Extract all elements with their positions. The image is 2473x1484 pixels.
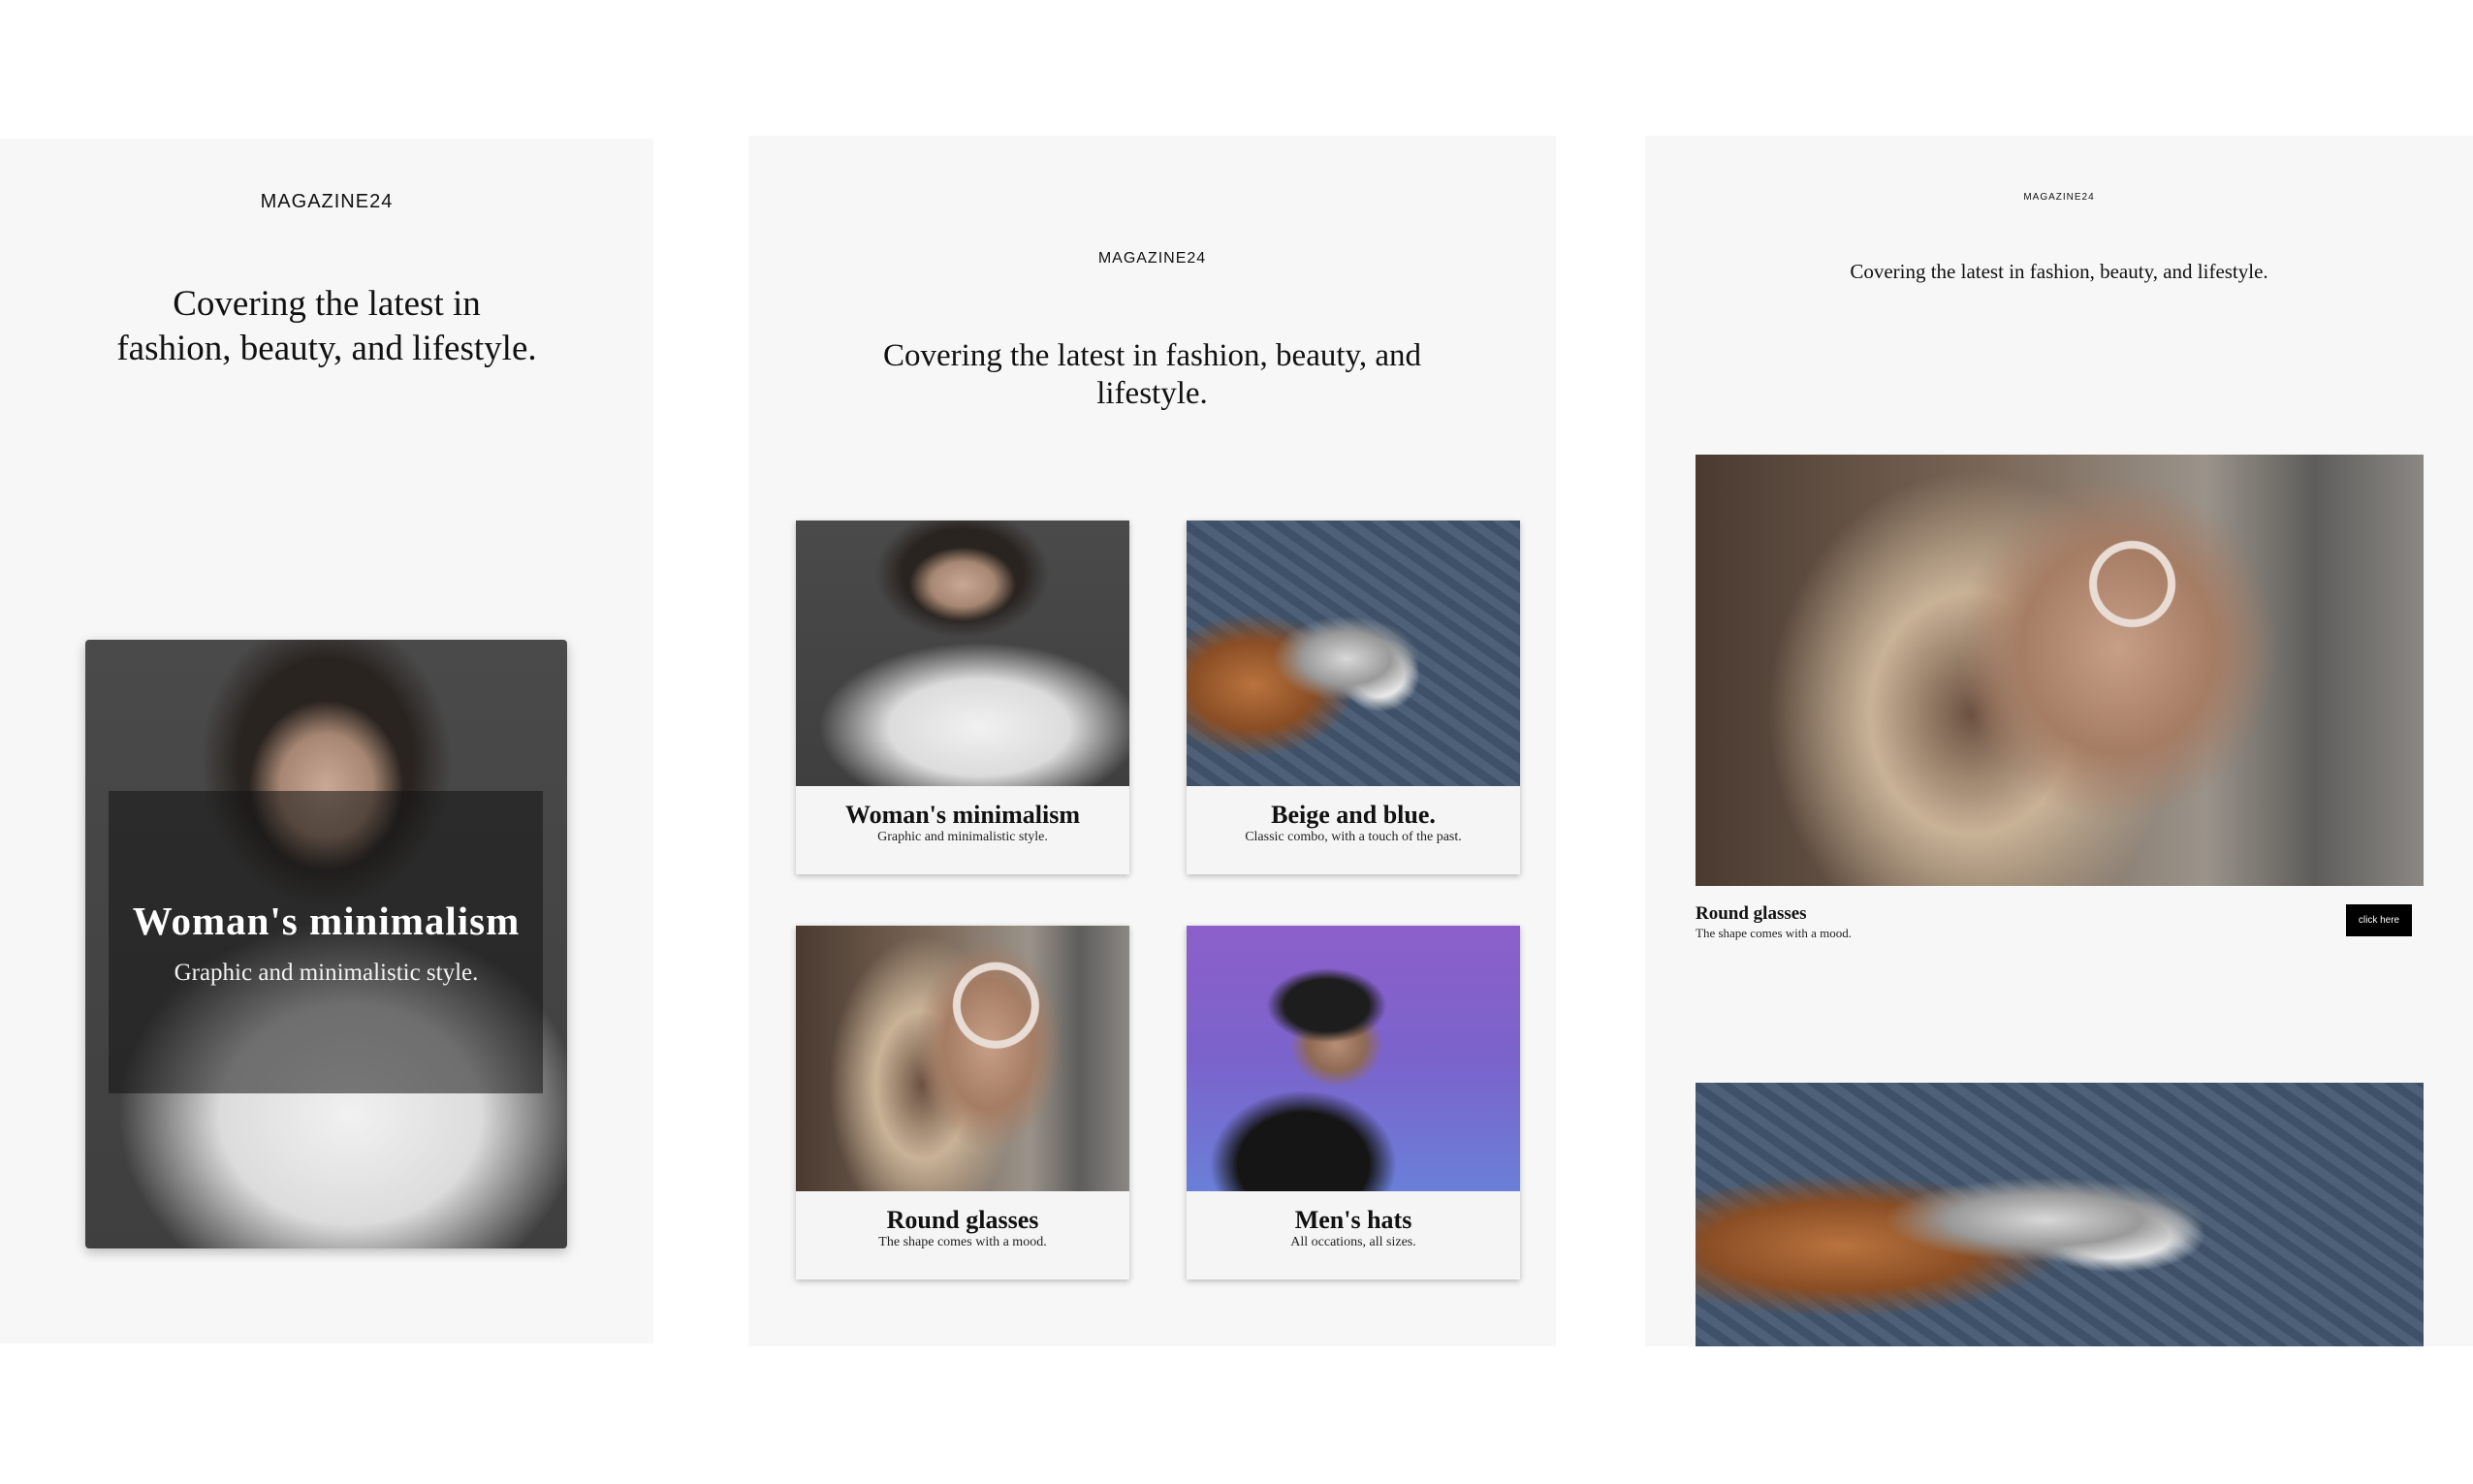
- card-subtitle: All occations, all sizes.: [1290, 1235, 1416, 1249]
- tagline-line: lifestyle.: [1096, 376, 1208, 411]
- click-here-button[interactable]: click here: [2346, 904, 2412, 936]
- tagline: Covering the latest in fashion, beauty, …: [0, 282, 653, 371]
- article-card[interactable]: Woman's minimalism Graphic and minimalis…: [796, 521, 1129, 874]
- card-subtitle: Classic combo, with a touch of the past.: [1245, 830, 1462, 844]
- brand-logo[interactable]: MAGAZINE24: [1645, 192, 2473, 203]
- article-card[interactable]: Beige and blue. Classic combo, with a to…: [1187, 521, 1520, 874]
- article-image: [1187, 926, 1520, 1191]
- hero-card[interactable]: Woman's minimalism Graphic and minimalis…: [85, 640, 567, 1248]
- article-card[interactable]: Round glasses The shape comes with a moo…: [796, 926, 1129, 1279]
- feature-image[interactable]: [1696, 455, 2424, 886]
- brand-logo[interactable]: MAGAZINE24: [748, 250, 1556, 268]
- feature-image[interactable]: [1696, 1083, 2424, 1346]
- article-card[interactable]: Men's hats All occations, all sizes.: [1187, 926, 1520, 1279]
- card-subtitle: Graphic and minimalistic style.: [877, 830, 1048, 844]
- desktop-layout-panel: MAGAZINE24 Covering the latest in fashio…: [1645, 136, 2473, 1346]
- feature-subtitle: The shape comes with a mood.: [1696, 926, 1853, 940]
- tagline-line: Covering the latest in: [173, 284, 481, 324]
- tablet-layout-panel: MAGAZINE24 Covering the latest in fashio…: [748, 136, 1556, 1346]
- article-image: [1187, 521, 1520, 786]
- card-title: Round glasses: [886, 1206, 1039, 1234]
- card-subtitle: The shape comes with a mood.: [878, 1235, 1047, 1249]
- hero-subtitle: Graphic and minimalistic style.: [174, 960, 479, 986]
- card-title: Beige and blue.: [1271, 801, 1436, 829]
- article-image: [796, 521, 1129, 786]
- tagline: Covering the latest in fashion, beauty, …: [748, 337, 1556, 413]
- hero-title: Woman's minimalism: [132, 899, 521, 943]
- mobile-layout-panel: MAGAZINE24 Covering the latest in fashio…: [0, 139, 653, 1343]
- card-title: Men's hats: [1294, 1206, 1412, 1234]
- tagline: Covering the latest in fashion, beauty, …: [1850, 260, 2268, 283]
- feature-title: Round glasses: [1696, 903, 1807, 924]
- brand-logo[interactable]: MAGAZINE24: [0, 191, 653, 213]
- card-title: Woman's minimalism: [845, 801, 1080, 829]
- tagline-line: fashion, beauty, and lifestyle.: [116, 329, 537, 368]
- article-image: [796, 926, 1129, 1191]
- tagline-line: Covering the latest in fashion, beauty, …: [882, 338, 1422, 373]
